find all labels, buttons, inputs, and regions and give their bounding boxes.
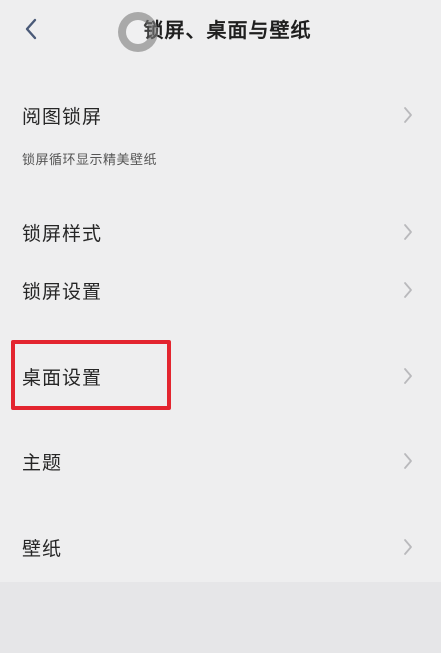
list-item-themes[interactable]: 主题 <box>0 436 441 488</box>
touch-indicator <box>118 12 158 52</box>
list-item-picture-lockscreen[interactable]: 阅图锁屏 锁屏循环显示精美壁纸 <box>0 92 441 178</box>
chevron-right-icon <box>404 107 412 123</box>
list-item-label: 阅图锁屏 <box>22 106 103 128</box>
list-item-lockscreen-settings[interactable]: 锁屏设置 <box>0 266 441 316</box>
page-title: 锁屏、桌面与壁纸 <box>143 18 312 42</box>
list-item-label: 主题 <box>22 452 63 474</box>
list-item-label: 壁纸 <box>22 538 63 560</box>
chevron-right-icon <box>404 368 412 384</box>
list-item-label: 锁屏设置 <box>22 281 103 303</box>
chevron-right-icon <box>404 224 412 240</box>
bottom-area <box>0 582 441 653</box>
highlight-annotation <box>11 340 171 410</box>
top-bar: 锁屏、桌面与壁纸 <box>0 0 441 62</box>
list-item-lockscreen-style[interactable]: 锁屏样式 <box>0 208 441 258</box>
chevron-right-icon <box>404 282 412 298</box>
list-item-wallpaper[interactable]: 壁纸 <box>0 522 441 574</box>
chevron-right-icon <box>404 453 412 469</box>
list-item-subtitle: 锁屏循环显示精美壁纸 <box>22 153 158 168</box>
list-item-label: 锁屏样式 <box>22 223 103 245</box>
chevron-right-icon <box>404 539 412 555</box>
